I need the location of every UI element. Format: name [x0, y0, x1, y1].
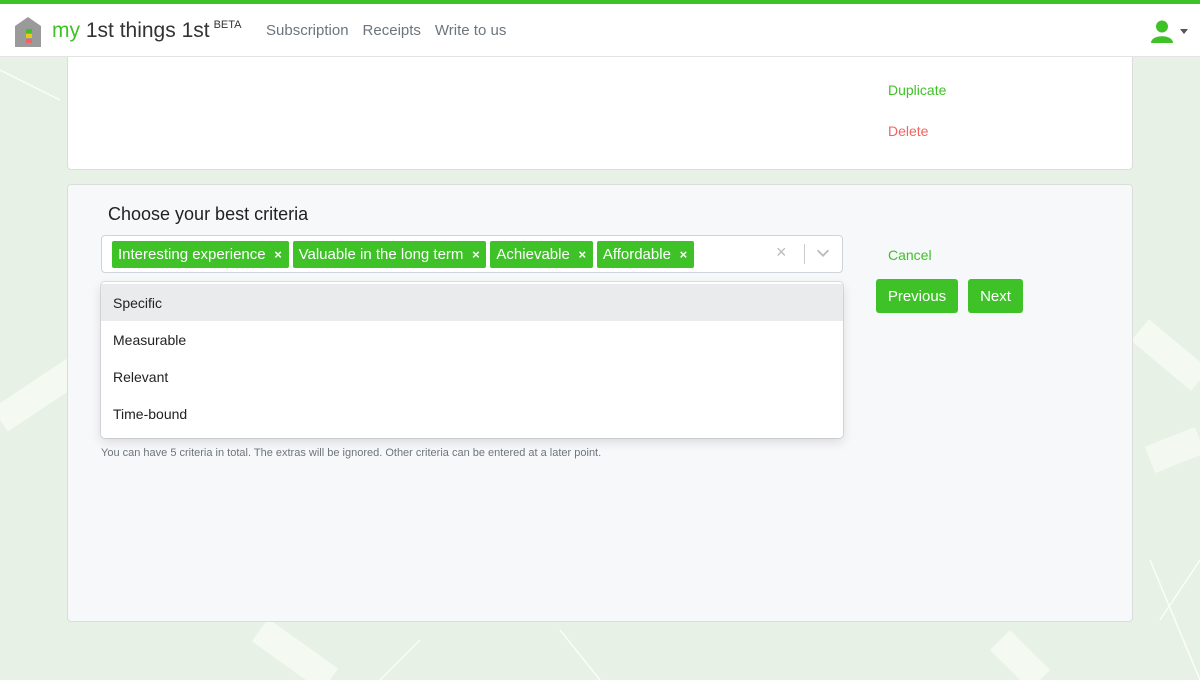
criteria-help-text: You can have 5 criteria in total. The ex…	[101, 447, 602, 459]
beta-badge: BETA	[213, 19, 242, 31]
option-measurable[interactable]: Measurable	[101, 321, 843, 358]
previous-button[interactable]: Previous	[876, 279, 958, 313]
option-time-bound[interactable]: Time-bound	[101, 395, 843, 432]
brand-prefix: my	[52, 19, 80, 42]
chip-remove-icon[interactable]: ×	[469, 247, 486, 262]
indicator-separator	[804, 244, 805, 264]
chip-label: Affordable	[602, 246, 671, 263]
option-relevant[interactable]: Relevant	[101, 358, 843, 395]
nav-link-write-to-us[interactable]: Write to us	[435, 22, 506, 39]
chip-label: Achievable	[496, 246, 570, 263]
user-menu[interactable]	[1150, 19, 1188, 43]
cancel-link[interactable]: Cancel	[888, 247, 932, 263]
criteria-options-menu: Specific Measurable Relevant Time-bound	[101, 282, 843, 438]
chip-remove-icon[interactable]: ×	[576, 247, 593, 262]
chip-interesting-experience: Interesting experience ×	[112, 241, 289, 268]
option-specific[interactable]: Specific	[101, 284, 843, 321]
navbar: my 1st things 1st BETA Subscription Recei…	[0, 4, 1200, 57]
house-icon[interactable]	[14, 16, 42, 48]
chip-label: Interesting experience	[118, 246, 266, 263]
chip-label: Valuable in the long term	[298, 246, 464, 263]
criteria-title: Choose your best criteria	[108, 204, 309, 224]
nav-link-receipts[interactable]: Receipts	[363, 22, 421, 39]
clear-all-icon[interactable]: ×	[776, 242, 787, 263]
chip-achievable: Achievable ×	[490, 241, 593, 268]
caret-down-icon	[1180, 28, 1188, 34]
user-icon	[1151, 20, 1173, 43]
chip-affordable: Affordable ×	[596, 241, 694, 268]
chip-remove-icon[interactable]: ×	[677, 247, 694, 262]
criteria-card: Choose your best criteria Interesting ex…	[67, 184, 1133, 622]
item-card: Duplicate Delete	[67, 50, 1133, 170]
next-button[interactable]: Next	[968, 279, 1023, 313]
criteria-multiselect[interactable]: Interesting experience × Valuable in the…	[101, 235, 843, 273]
brand-name[interactable]: my 1st things 1st BETA	[52, 19, 242, 43]
nav-links: Subscription Receipts Write to us	[266, 22, 506, 39]
delete-link[interactable]: Delete	[888, 123, 928, 139]
chip-valuable-long-term: Valuable in the long term ×	[292, 241, 487, 268]
duplicate-link[interactable]: Duplicate	[888, 82, 946, 98]
selected-chips: Interesting experience × Valuable in the…	[112, 241, 694, 268]
nav-link-subscription[interactable]: Subscription	[266, 22, 349, 39]
chevron-down-icon[interactable]	[814, 244, 832, 262]
brand-title: 1st things 1st	[85, 19, 210, 42]
chip-remove-icon[interactable]: ×	[272, 247, 289, 262]
